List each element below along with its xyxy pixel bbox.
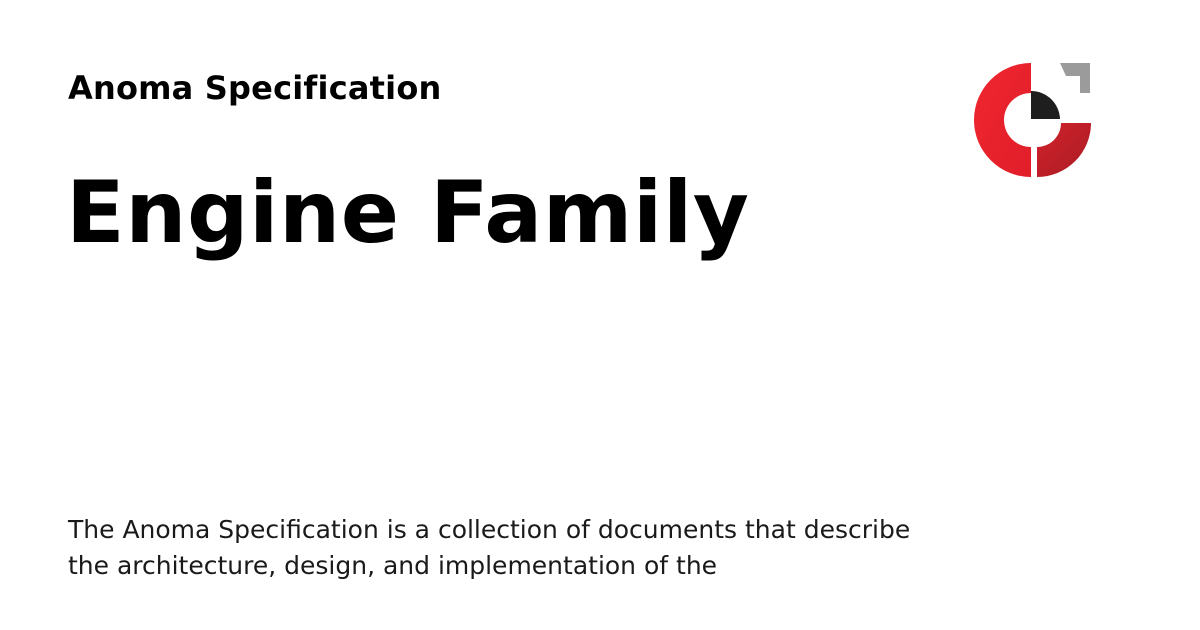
- logo-dark-red-quarter: [1037, 123, 1091, 177]
- logo-gray-corner: [1060, 63, 1090, 93]
- page-title: Engine Family: [66, 163, 750, 263]
- page-description: The Anoma Specification is a collection …: [68, 515, 911, 580]
- anoma-logo-icon: [974, 63, 1091, 177]
- logo-red-arc: [974, 63, 1031, 177]
- logo-black-quarter: [1031, 91, 1060, 119]
- site-name: Anoma Specification: [68, 69, 442, 107]
